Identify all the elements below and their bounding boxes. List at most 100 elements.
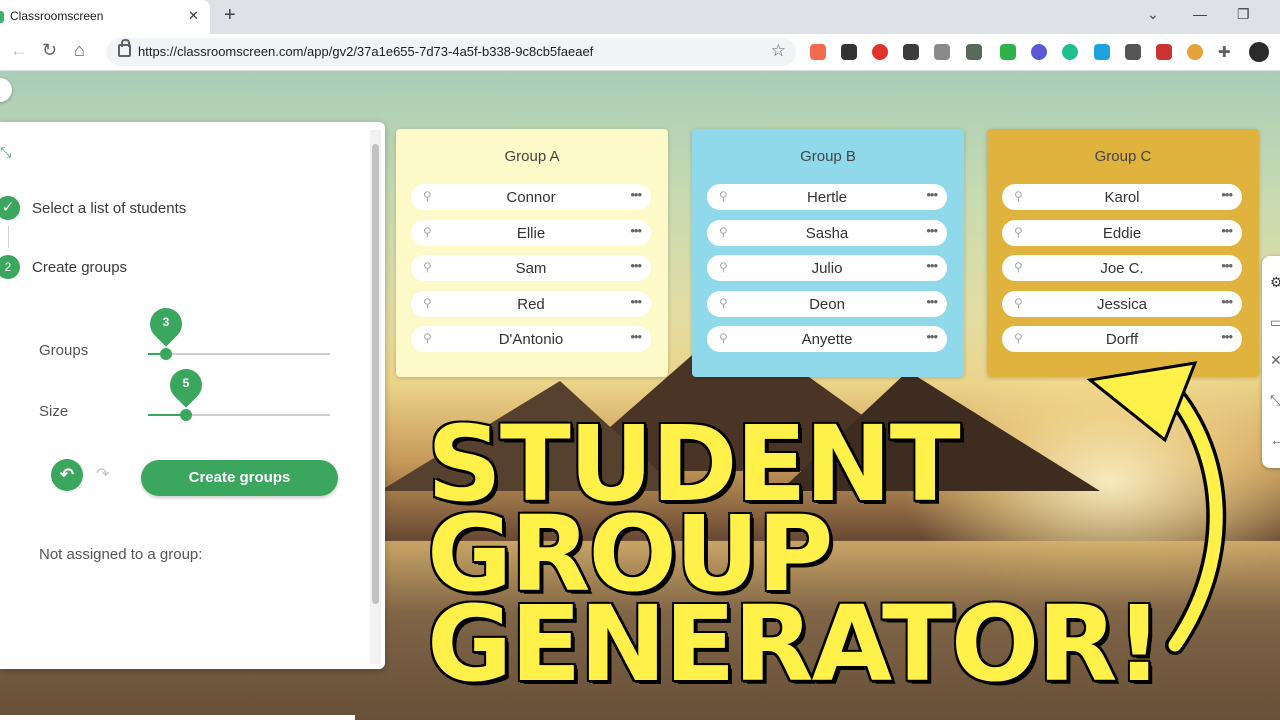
shrink-icon[interactable]: ⤡ [1270, 392, 1280, 409]
member-row[interactable]: ⚲ Red ••• [411, 290, 651, 317]
classroomscreen-favicon-icon [0, 11, 4, 23]
group-card[interactable]: Group B ⚲ Hertle ••• ⚲ Sasha ••• ⚲ Julio ••• ⚲ Deo… [692, 129, 964, 377]
more-dots-icon[interactable]: ••• [926, 258, 938, 273]
extension-icon[interactable] [1000, 44, 1016, 60]
more-dots-icon[interactable]: ••• [1221, 294, 1233, 309]
back-arrow-icon[interactable]: ← [10, 40, 28, 61]
member-name: Anyette [801, 331, 853, 348]
member-row[interactable]: ⚲ Connor ••• [411, 184, 651, 210]
member-row[interactable]: ⚲ Deon ••• [707, 290, 947, 317]
more-dots-icon[interactable]: ••• [926, 294, 938, 309]
undo-icon[interactable]: ↶ [51, 459, 83, 491]
url-text: https://classroomscreen.com/app/gv2/37a1… [138, 44, 594, 59]
address-bar[interactable]: https://classroomscreen.com/app/gv2/37a1… [106, 38, 796, 66]
group-maker-panel: ⤡ ✓ Select a list of students 2 Create g… [0, 78, 385, 669]
extension-icon[interactable] [872, 44, 888, 60]
group-title[interactable]: Group B [692, 148, 964, 165]
more-dots-icon[interactable]: ••• [926, 223, 938, 238]
step-select-students[interactable]: Select a list of students [32, 200, 186, 217]
member-row[interactable]: ⚲ Ellie ••• [411, 219, 651, 246]
step-number-badge: 2 [0, 255, 20, 279]
group-title[interactable]: Group A [396, 148, 668, 165]
size-value: 5 [182, 376, 190, 390]
member-name: Ellie [516, 224, 546, 242]
extension-icon[interactable] [841, 44, 857, 60]
bookmark-star-icon[interactable]: ☆ [771, 41, 786, 61]
member-name: Jessica [1096, 295, 1148, 313]
check-icon: ✓ [0, 196, 20, 220]
extension-icon[interactable] [1125, 44, 1141, 60]
member-row[interactable]: ⚲ Sam ••• [411, 255, 651, 281]
back-icon[interactable]: ← [1270, 432, 1280, 448]
member-row[interactable]: ⚲ Karol ••• [1002, 184, 1242, 210]
layout-icon[interactable]: ▭ [1270, 314, 1280, 331]
member-row[interactable]: ⚲ Joe C. ••• [1002, 255, 1242, 281]
more-dots-icon[interactable]: ••• [630, 258, 642, 273]
more-dots-icon[interactable]: ••• [630, 223, 642, 238]
headline-line: GENERATOR! [427, 583, 1163, 705]
group-card[interactable]: Group C ⚲ Karol ••• ⚲ Eddie ••• ⚲ Joe C. ••• ⚲ Jes… [987, 129, 1259, 377]
extension-icon[interactable] [934, 44, 950, 60]
restore-icon[interactable]: ❐ [1237, 6, 1250, 23]
more-dots-icon[interactable]: ••• [630, 187, 642, 202]
more-dots-icon[interactable]: ••• [630, 329, 642, 344]
member-name: Julio [811, 260, 843, 277]
more-dots-icon[interactable]: ••• [1221, 258, 1233, 273]
extension-icon[interactable] [966, 44, 982, 60]
close-tab-icon[interactable]: ✕ [188, 8, 199, 24]
more-dots-icon[interactable]: ••• [1221, 187, 1233, 202]
member-row[interactable]: ⚲ Hertle ••• [707, 184, 947, 210]
member-row[interactable]: ⚲ D'Antonio ••• [411, 326, 651, 352]
member-row[interactable]: ⚲ Sasha ••• [707, 219, 947, 246]
member-name: D'Antonio [498, 331, 564, 348]
member-row[interactable]: ⚲ Jessica ••• [1002, 290, 1242, 317]
size-label: Size [39, 403, 69, 420]
browser-tab[interactable]: Classroomscreen ✕ [0, 0, 210, 34]
extension-icon[interactable] [1062, 44, 1078, 60]
redo-icon[interactable]: ↷ [96, 464, 109, 484]
profile-avatar[interactable] [1249, 42, 1269, 62]
puzzle-extensions-icon[interactable]: ✚ [1218, 43, 1231, 61]
member-name: Dorff [1105, 331, 1139, 348]
extension-icon[interactable] [1156, 44, 1172, 60]
home-icon[interactable]: ⌂ [74, 40, 85, 61]
extension-icon[interactable] [810, 44, 826, 60]
member-row[interactable]: ⚲ Anyette ••• [707, 326, 947, 352]
more-dots-icon[interactable]: ••• [630, 294, 642, 309]
shrink-icon[interactable]: ⤡ [0, 144, 11, 161]
member-name: Red [517, 295, 545, 313]
member-row[interactable]: ⚲ Dorff ••• [1002, 326, 1242, 352]
more-dots-icon[interactable]: ••• [1221, 329, 1233, 344]
groups-slider-handle[interactable] [160, 348, 172, 360]
more-dots-icon[interactable]: ••• [926, 187, 938, 202]
scrollbar-thumb[interactable] [372, 144, 379, 604]
create-groups-button[interactable]: Create groups [141, 460, 338, 496]
extension-icon[interactable] [1031, 44, 1047, 60]
more-dots-icon[interactable]: ••• [926, 329, 938, 344]
group-card[interactable]: Group A ⚲ Connor ••• ⚲ Ellie ••• ⚲ Sam ••• ⚲ Red ••… [396, 129, 668, 377]
groups-slider[interactable]: 3 [143, 301, 330, 360]
member-name: Eddie [1102, 224, 1142, 242]
member-name: Sam [515, 260, 547, 277]
extension-icon[interactable] [1094, 44, 1110, 60]
groups-value: 3 [162, 315, 170, 329]
more-dots-icon[interactable]: ••• [1221, 223, 1233, 238]
size-slider[interactable]: 5 [148, 362, 330, 421]
taskbar-edge [0, 715, 355, 720]
tab-search-dropdown-icon[interactable]: ⌄ [1147, 6, 1159, 23]
reload-icon[interactable]: ↻ [42, 40, 57, 61]
step-create-groups: Create groups [32, 259, 128, 276]
panel-scrollbar[interactable] [370, 130, 381, 664]
member-row[interactable]: ⚲ Eddie ••• [1002, 219, 1242, 246]
extension-icon[interactable] [903, 44, 919, 60]
group-title[interactable]: Group C [987, 148, 1259, 165]
size-slider-handle[interactable] [180, 409, 192, 421]
shuffle-icon[interactable]: ✕ [1270, 352, 1280, 369]
gear-icon[interactable]: ⚙ [1270, 274, 1280, 291]
right-toolbar: ⚙ ▭ ✕ ⤡ ← [1262, 256, 1280, 468]
new-tab-button[interactable]: + [224, 4, 236, 27]
minimize-icon[interactable]: — [1193, 6, 1207, 22]
member-row[interactable]: ⚲ Julio ••• [707, 255, 947, 281]
member-name: Sasha [805, 224, 849, 242]
extension-icon[interactable] [1187, 44, 1203, 60]
